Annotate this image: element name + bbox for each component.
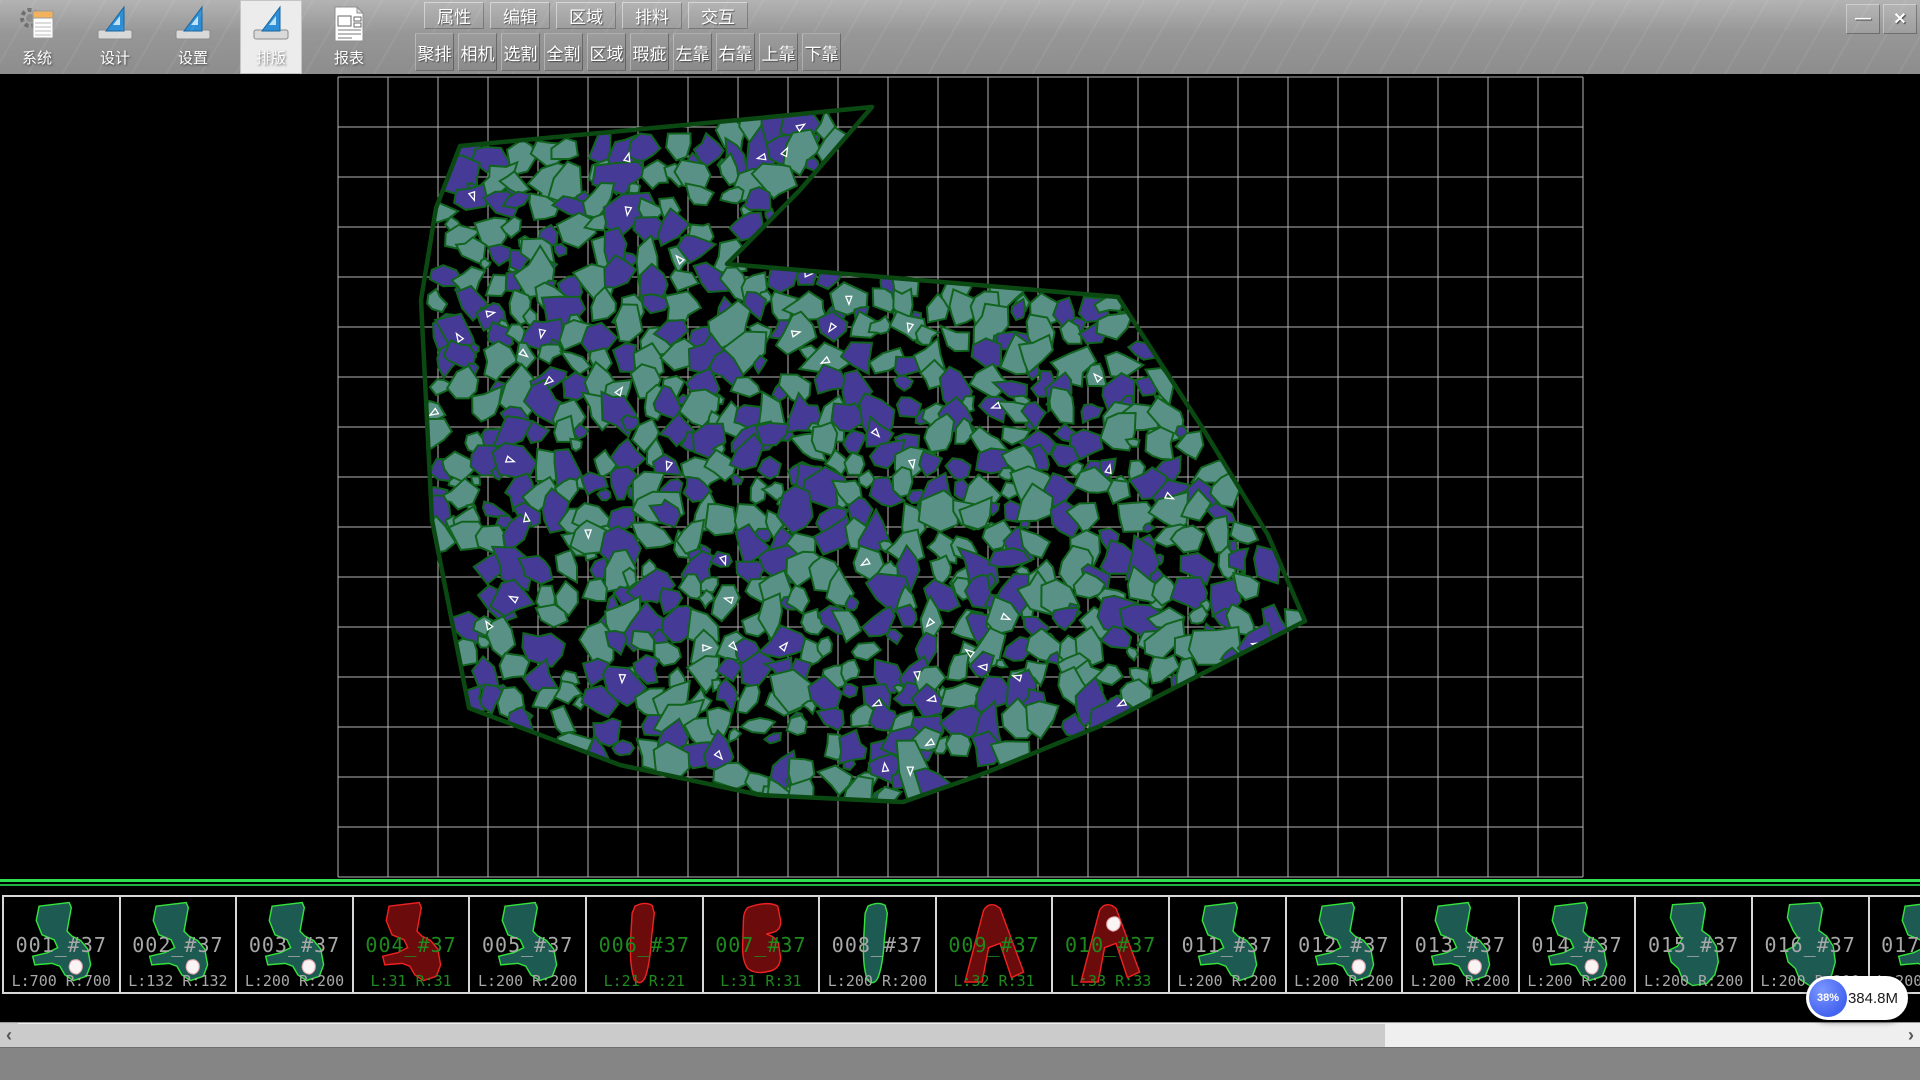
title-toolbar: 系统设计设置排版报表 属性编辑区域排料交互 聚排相机选割全割区域瑕疵左靠右靠上靠… xyxy=(0,0,1920,75)
piece-thumbnail-shape xyxy=(945,899,1045,992)
piece-thumbnail-shape xyxy=(1644,899,1744,992)
thumbnail-row: 001_#37L:700 R:700002_#37L:132 R:132003_… xyxy=(2,895,1920,994)
status-bar xyxy=(0,1047,1920,1080)
piece-thumbnail-shape xyxy=(362,899,462,992)
thumbnail-strip: 001_#37L:700 R:700002_#37L:132 R:132003_… xyxy=(0,879,1920,1022)
scroll-left-icon[interactable]: ‹ xyxy=(0,1023,18,1048)
tool-button-cut-all[interactable]: 全割 xyxy=(544,33,583,71)
piece-thumbnail-shape xyxy=(1061,899,1161,992)
menu-tab-nesting[interactable]: 排料 xyxy=(622,2,682,29)
thumbnail-cell[interactable]: 007_#37L:31 R:31 xyxy=(702,895,821,994)
system-icon xyxy=(17,4,57,44)
percent-indicator: 38% xyxy=(1809,979,1847,1017)
app-buttons-row: 系统 设计 设置 排版 报表 xyxy=(6,0,396,74)
report-icon xyxy=(329,4,369,44)
piece-thumbnail-shape xyxy=(478,899,578,992)
thumbnail-cell[interactable]: 003_#37L:200 R:200 xyxy=(235,895,354,994)
piece-thumbnail-shape xyxy=(129,899,229,992)
thumbnail-cell[interactable]: 012_#37L:200 R:200 xyxy=(1285,895,1404,994)
thumbnail-cell[interactable]: 009_#37L:32 R:31 xyxy=(935,895,1054,994)
tool-button-snap-left[interactable]: 左靠 xyxy=(673,33,712,71)
thumbnail-cell[interactable]: 015_#37L:200 R:200 xyxy=(1634,895,1753,994)
thumbnail-cell[interactable]: 013_#37L:200 R:200 xyxy=(1401,895,1520,994)
scroll-right-icon[interactable]: › xyxy=(1902,1023,1920,1048)
piece-thumbnail-shape xyxy=(1411,899,1511,992)
tool-button-snap-down[interactable]: 下靠 xyxy=(802,33,841,71)
app-button-label: 设置 xyxy=(178,47,208,68)
menu-tabs-row: 属性编辑区域排料交互 xyxy=(424,2,754,29)
work-area-svg xyxy=(0,74,1920,879)
piece-thumbnail-shape xyxy=(828,899,928,992)
thumbnail-cell[interactable]: 008_#37L:200 R:200 xyxy=(818,895,937,994)
window-controls: — ✕ xyxy=(1843,4,1917,34)
scrollbar-thumb[interactable] xyxy=(18,1024,1385,1047)
tool-button-region[interactable]: 区域 xyxy=(587,33,626,71)
minimize-button[interactable]: — xyxy=(1846,4,1880,34)
menu-tab-properties[interactable]: 属性 xyxy=(424,2,484,29)
close-button[interactable]: ✕ xyxy=(1883,4,1917,34)
app-button-label: 排版 xyxy=(256,47,286,68)
thumbnail-cell[interactable]: 005_#37L:200 R:200 xyxy=(468,895,587,994)
nesting-canvas[interactable] xyxy=(0,74,1920,879)
app-button-label: 设计 xyxy=(100,47,130,68)
memory-overlay-badge[interactable]: 38% 384.8M xyxy=(1806,976,1908,1020)
app-button-settings[interactable]: 设置 xyxy=(162,0,224,74)
thumbnail-cell[interactable]: 011_#37L:200 R:200 xyxy=(1168,895,1287,994)
tool-button-camera[interactable]: 相机 xyxy=(458,33,497,71)
piece-thumbnail-shape xyxy=(595,899,695,992)
memory-value: 384.8M xyxy=(1848,976,1898,1020)
thumbnail-cell[interactable]: 001_#37L:700 R:700 xyxy=(2,895,121,994)
app-button-system[interactable]: 系统 xyxy=(6,0,68,74)
application-window: 系统设计设置排版报表 属性编辑区域排料交互 聚排相机选割全割区域瑕疵左靠右靠上靠… xyxy=(0,0,1920,1080)
thumbnail-cell[interactable]: 014_#37L:200 R:200 xyxy=(1518,895,1637,994)
tool-button-snap-up[interactable]: 上靠 xyxy=(759,33,798,71)
app-button-design[interactable]: 设计 xyxy=(84,0,146,74)
piece-thumbnail-shape xyxy=(1178,899,1278,992)
thumbnail-cell[interactable]: 004_#37L:31 R:31 xyxy=(352,895,471,994)
tool-button-cluster-nest[interactable]: 聚排 xyxy=(415,33,454,71)
menu-tab-edit[interactable]: 编辑 xyxy=(490,2,550,29)
settings-icon xyxy=(173,4,213,44)
tool-button-defect[interactable]: 瑕疵 xyxy=(630,33,669,71)
app-button-label: 系统 xyxy=(22,47,52,68)
tool-buttons-row: 聚排相机选割全割区域瑕疵左靠右靠上靠下靠 xyxy=(415,33,845,71)
piece-thumbnail-shape xyxy=(12,899,112,992)
design-icon xyxy=(95,4,135,44)
layout-icon xyxy=(251,4,291,44)
piece-thumbnail-shape xyxy=(1528,899,1628,992)
thumbnail-cell[interactable]: 006_#37L:21 R:21 xyxy=(585,895,704,994)
app-button-label: 报表 xyxy=(334,47,364,68)
tool-button-snap-right[interactable]: 右靠 xyxy=(716,33,755,71)
app-button-report[interactable]: 报表 xyxy=(318,0,380,74)
thumbnail-cell[interactable]: 002_#37L:132 R:132 xyxy=(119,895,238,994)
horizontal-scrollbar[interactable]: ‹ › xyxy=(0,1022,1920,1047)
piece-thumbnail-shape xyxy=(245,899,345,992)
nested-pieces xyxy=(420,100,1313,816)
menu-tab-region[interactable]: 区域 xyxy=(556,2,616,29)
thumbnail-cell[interactable]: 010_#37L:33 R:33 xyxy=(1051,895,1170,994)
menu-tab-interact[interactable]: 交互 xyxy=(688,2,748,29)
app-button-layout[interactable]: 排版 xyxy=(240,0,302,74)
tool-button-select-cut[interactable]: 选割 xyxy=(501,33,540,71)
piece-thumbnail-shape xyxy=(712,899,812,992)
piece-thumbnail-shape xyxy=(1295,899,1395,992)
